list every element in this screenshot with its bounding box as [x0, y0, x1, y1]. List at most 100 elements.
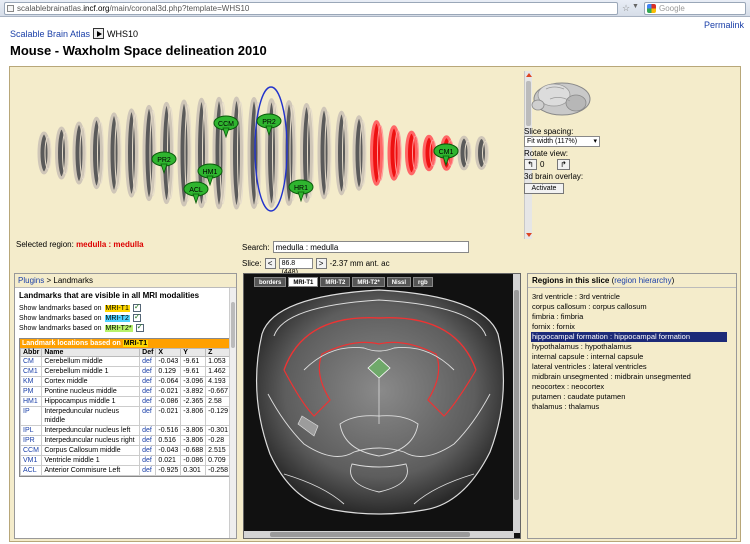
viewer-vertical-scrollbar[interactable]: [513, 274, 520, 533]
coronal-slice[interactable]: [387, 125, 402, 181]
permalink-link[interactable]: Permalink: [704, 20, 744, 30]
landmarks-scrollbar[interactable]: [229, 288, 236, 538]
landmark-def-link[interactable]: def: [139, 366, 157, 377]
browser-toolbar: scalablebrainatlas.incf.org/main/coronal…: [0, 0, 750, 17]
landmark-def-link[interactable]: def: [139, 356, 157, 367]
landmark-option[interactable]: Show landmarks based on MRI-T2: [19, 312, 232, 322]
landmark-def-link[interactable]: def: [139, 455, 157, 466]
address-bar[interactable]: scalablebrainatlas.incf.org/main/coronal…: [4, 2, 618, 15]
region-list-item[interactable]: hypothalamus : hypothalamus: [531, 342, 736, 352]
play-icon[interactable]: [93, 28, 105, 39]
region-list-item[interactable]: fimbria : fimbria: [531, 312, 736, 322]
landmark-def-link[interactable]: def: [139, 425, 157, 436]
region-hierarchy-link[interactable]: region hierarchy: [614, 276, 671, 285]
tab-nissl[interactable]: Nissl: [386, 277, 412, 287]
landmark-def-link[interactable]: def: [139, 376, 157, 387]
region-list-item[interactable]: neocortex : neocortex: [531, 382, 736, 392]
coronal-slice[interactable]: [457, 135, 472, 171]
scroll-thumb[interactable]: [514, 290, 519, 500]
coronal-slice[interactable]: [352, 115, 367, 191]
landmark-checkbox[interactable]: [132, 312, 141, 322]
coronal-slice[interactable]: [107, 112, 122, 194]
coronal-slice[interactable]: [142, 104, 157, 202]
tab-mri-t2[interactable]: MRI-T2: [320, 277, 351, 287]
region-list-item[interactable]: corpus callosum : corpus callosum: [531, 302, 736, 312]
landmark-def-link[interactable]: def: [139, 396, 157, 407]
previous-slice-button[interactable]: <: [264, 258, 276, 269]
landmark-option[interactable]: Show landmarks based on MRI-T1: [19, 302, 232, 312]
slice-number-field[interactable]: 86.8 (448): [278, 258, 313, 276]
landmark-abbr-link[interactable]: KM: [19, 376, 43, 387]
slice-label: Slice:: [242, 259, 262, 268]
tab-borders[interactable]: borders: [254, 277, 287, 287]
rotate-left-button[interactable]: ↰: [524, 159, 537, 170]
landmark-checkbox[interactable]: [132, 302, 141, 312]
landmark-abbr-link[interactable]: VM1: [19, 455, 43, 466]
tab-mri-t2-[interactable]: MRI-T2*: [352, 277, 385, 287]
landmark-pin[interactable]: CM1: [433, 143, 459, 167]
region-list-item[interactable]: midbrain unsegmented : midbrain unsegmen…: [531, 372, 736, 382]
landmark-def-link[interactable]: def: [139, 465, 157, 476]
address-dropdown-icon[interactable]: ▼: [632, 3, 639, 10]
region-list-item[interactable]: putamen : caudate putamen: [531, 392, 736, 402]
landmark-def-link[interactable]: def: [139, 445, 157, 456]
next-slice-button[interactable]: >: [315, 258, 327, 269]
landmark-abbr-link[interactable]: CM1: [19, 366, 43, 377]
region-list-item[interactable]: internal capsule : internal capsule: [531, 352, 736, 362]
activate-button[interactable]: Activate: [524, 183, 564, 194]
coronal-slice[interactable]: [370, 120, 384, 186]
landmark-abbr-link[interactable]: CM: [19, 356, 43, 367]
region-list-item[interactable]: lateral ventricles : lateral ventricles: [531, 362, 736, 372]
region-list-item[interactable]: 3rd ventricle : 3rd ventricle: [531, 292, 736, 302]
region-list-item[interactable]: hippocampal formation : hippocampal form…: [531, 332, 727, 342]
tab-mri-t1[interactable]: MRI-T1: [288, 277, 319, 287]
scroll-down-icon[interactable]: [526, 233, 532, 237]
coronal-slice[interactable]: [37, 131, 52, 175]
table-cell: -3.096: [180, 376, 207, 387]
coronal-slice[interactable]: [475, 136, 489, 170]
coronal-slice[interactable]: [405, 130, 419, 176]
coronal-slice[interactable]: [55, 126, 69, 180]
landmark-def-link[interactable]: def: [139, 386, 157, 397]
region-list-item[interactable]: thalamus : thalamus: [531, 402, 736, 412]
coronal-slice[interactable]: [317, 106, 332, 200]
tab-rgb[interactable]: rgb: [413, 277, 433, 287]
coronal-slice-viewer[interactable]: borders MRI-T1 MRI-T2 MRI-T2* Nissl rgb: [243, 273, 521, 539]
landmark-abbr-link[interactable]: IPR: [19, 435, 43, 446]
modality-tabs: borders MRI-T1 MRI-T2 MRI-T2* Nissl rgb: [254, 277, 433, 287]
table-cell: -3.806: [180, 406, 207, 426]
landmark-abbr-link[interactable]: IPL: [19, 425, 43, 436]
landmark-abbr-link[interactable]: ACL: [19, 465, 43, 476]
slice-stack-image[interactable]: CCMCM1CM1PR2HM1ACLHR1PR2: [14, 71, 524, 241]
coronal-slice[interactable]: [125, 108, 139, 198]
region-search-input[interactable]: [272, 241, 469, 253]
landmark-abbr-link[interactable]: CCM: [19, 445, 43, 456]
landmark-abbr-link[interactable]: IP: [19, 406, 43, 426]
slice-overview[interactable]: CCMCM1CM1PR2HM1ACLHR1PR2: [14, 71, 524, 243]
coronal-slice[interactable]: [335, 110, 349, 196]
scroll-thumb[interactable]: [270, 532, 470, 537]
region-list-item[interactable]: fornix : fornix: [531, 322, 736, 332]
landmark-option[interactable]: Show landmarks based on MRI-T2*: [19, 322, 232, 332]
slice-spacing-select[interactable]: Fit width (117%): [524, 136, 600, 147]
bookmark-star-icon[interactable]: ☆: [622, 3, 630, 14]
landmark-checkbox[interactable]: [135, 322, 144, 332]
breadcrumb-home-link[interactable]: Scalable Brain Atlas: [10, 29, 90, 39]
coronal-slice[interactable]: [90, 116, 104, 190]
scroll-thumb[interactable]: [231, 302, 235, 348]
breadcrumb: Scalable Brain Atlas WHS10: [10, 28, 138, 39]
plugins-link[interactable]: Plugins: [18, 276, 44, 285]
coronal-slice[interactable]: [72, 121, 87, 185]
coronal-slice[interactable]: [230, 96, 244, 210]
rotate-right-button[interactable]: ↱: [557, 159, 570, 170]
landmark-abbr-link[interactable]: HM1: [19, 396, 43, 407]
brain-3d-thumbnail[interactable]: [524, 75, 594, 123]
browser-search-input[interactable]: Google: [644, 2, 746, 15]
coronal-slice-image[interactable]: [244, 274, 514, 533]
landmark-def-link[interactable]: def: [139, 406, 157, 426]
landmark-def-link[interactable]: def: [139, 435, 157, 446]
viewer-horizontal-scrollbar[interactable]: [244, 531, 514, 538]
landmark-abbr-link[interactable]: PM: [19, 386, 43, 397]
coronal-slice[interactable]: [212, 96, 227, 210]
table-cell: -9.61: [180, 366, 207, 377]
